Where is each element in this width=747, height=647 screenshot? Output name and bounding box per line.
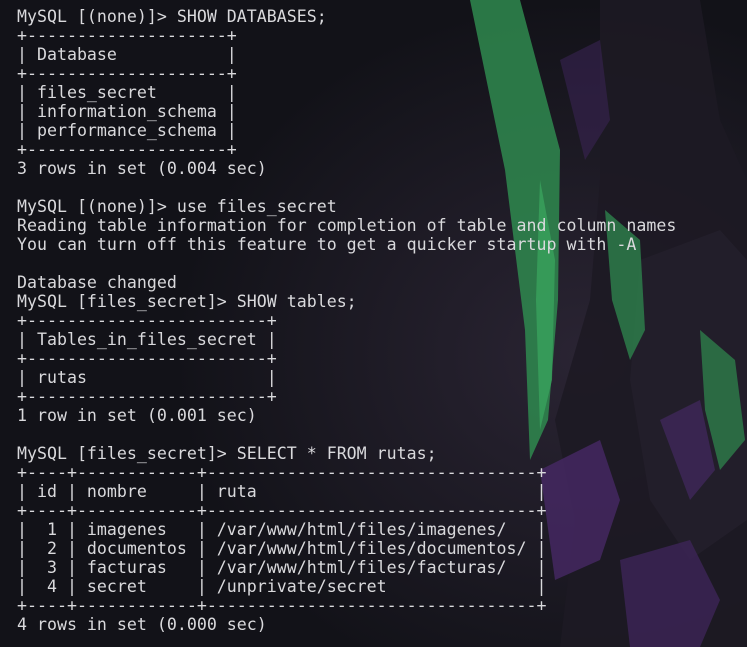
terminal-line: | 3 | facturas | /var/www/html/files/fac…: [17, 558, 547, 577]
terminal-line: +----+------------+---------------------…: [17, 596, 547, 615]
terminal-line: +------------------------+: [17, 311, 277, 330]
terminal-line: +----+------------+---------------------…: [17, 463, 547, 482]
terminal-line: MySQL [(none)]> use files_secret: [17, 197, 337, 216]
terminal-line: | Database |: [17, 45, 237, 64]
terminal-line: +--------------------+: [17, 64, 237, 83]
terminal-line: +------------------------+: [17, 349, 277, 368]
terminal-line: Database changed: [17, 273, 177, 292]
terminal-line: | information_schema |: [17, 102, 237, 121]
terminal-line: | files_secret |: [17, 83, 237, 102]
terminal-line: | 4 | secret | /unprivate/secret |: [17, 577, 547, 596]
terminal-line: MySQL [files_secret]> SELECT * FROM ruta…: [17, 444, 437, 463]
terminal-line: | 1 | imagenes | /var/www/html/files/ima…: [17, 520, 547, 539]
terminal-line: | rutas |: [17, 368, 277, 387]
terminal-line: +----+------------+---------------------…: [17, 501, 547, 520]
terminal-line: MySQL [files_secret]> SHOW tables;: [17, 292, 357, 311]
terminal-line: 1 row in set (0.001 sec): [17, 406, 257, 425]
terminal-line: +------------------------+: [17, 387, 277, 406]
terminal-line: | 2 | documentos | /var/www/html/files/d…: [17, 539, 547, 558]
terminal-line: You can turn off this feature to get a q…: [17, 235, 637, 254]
terminal-line: 4 rows in set (0.000 sec): [17, 615, 267, 634]
terminal-output[interactable]: MySQL [(none)]> SHOW DATABASES; +--------…: [17, 7, 676, 634]
terminal-line: 3 rows in set (0.004 sec): [17, 159, 267, 178]
terminal-line: | Tables_in_files_secret |: [17, 330, 277, 349]
terminal-line: Reading table information for completion…: [17, 216, 677, 235]
terminal-line: MySQL [(none)]> SHOW DATABASES;: [17, 7, 327, 26]
terminal-line: +--------------------+: [17, 140, 237, 159]
terminal-line: | performance_schema |: [17, 121, 237, 140]
terminal-line: +--------------------+: [17, 26, 237, 45]
terminal-line: | id | nombre | ruta |: [17, 482, 547, 501]
